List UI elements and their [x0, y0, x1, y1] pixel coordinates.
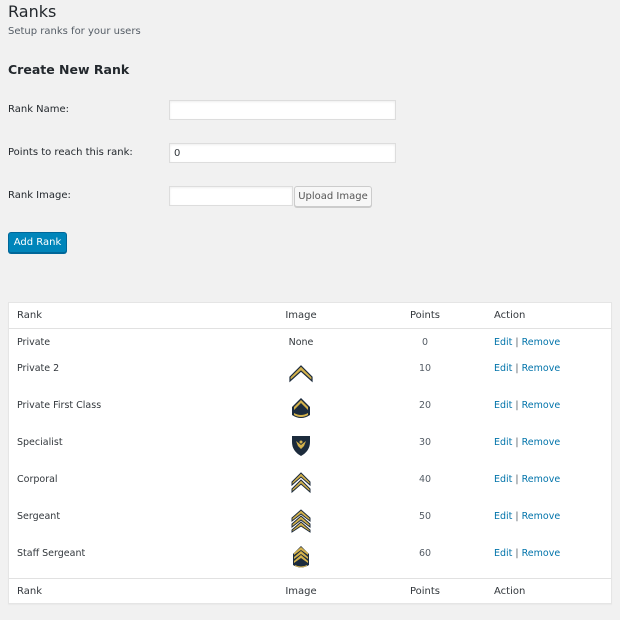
triple-chevron-rocker-icon [293, 546, 309, 568]
column-footer-image: Image [285, 586, 317, 597]
edit-link[interactable]: Edit [494, 363, 512, 374]
remove-link[interactable]: Remove [522, 400, 561, 411]
rank-name-label: Rank Name: [8, 104, 70, 115]
page-title: Ranks [8, 2, 57, 21]
row-actions: Edit | Remove [494, 363, 560, 374]
page-subtitle: Setup ranks for your users [8, 26, 141, 37]
rank-name: Sergeant [17, 511, 61, 522]
single-chevron-icon [289, 365, 313, 383]
rank-name: Private First Class [17, 400, 102, 411]
row-actions: Edit | Remove [494, 511, 560, 522]
rank-points: 20 [418, 400, 432, 411]
action-separator: | [515, 400, 519, 411]
table-header: Rank Image Points Action [9, 303, 611, 329]
column-header-action: Action [494, 310, 526, 321]
column-footer-points: Points [409, 586, 441, 597]
ranks-table: Rank Image Points Action Private None 0 … [8, 302, 612, 604]
action-separator: | [515, 437, 519, 448]
section-title: Create New Rank [8, 62, 130, 77]
table-footer: Rank Image Points Action [9, 578, 611, 604]
rank-image-input[interactable] [169, 186, 293, 206]
edit-link[interactable]: Edit [494, 437, 512, 448]
rank-name: Staff Sergeant [17, 548, 86, 559]
rank-image-label: Rank Image: [8, 190, 71, 201]
action-separator: | [515, 511, 519, 522]
triple-chevron-icon [291, 509, 311, 533]
action-separator: | [515, 363, 519, 374]
remove-link[interactable]: Remove [522, 337, 561, 348]
row-actions: Edit | Remove [494, 437, 560, 448]
points-input[interactable] [169, 143, 396, 163]
remove-link[interactable]: Remove [522, 474, 561, 485]
chevron-rocker-icon [292, 398, 310, 418]
rank-name-input[interactable] [169, 100, 396, 120]
action-separator: | [515, 337, 519, 348]
edit-link[interactable]: Edit [494, 474, 512, 485]
rank-points: 10 [418, 363, 432, 374]
rank-name: Corporal [17, 474, 58, 485]
rank-points: 30 [418, 437, 432, 448]
action-separator: | [515, 548, 519, 559]
edit-link[interactable]: Edit [494, 511, 512, 522]
rank-name: Specialist [17, 437, 63, 448]
row-actions: Edit | Remove [494, 400, 560, 411]
add-rank-button[interactable]: Add Rank [8, 232, 67, 253]
rank-points: 60 [418, 548, 432, 559]
rank-image-none: None [288, 337, 314, 348]
edit-link[interactable]: Edit [494, 400, 512, 411]
row-actions: Edit | Remove [494, 474, 560, 485]
remove-link[interactable]: Remove [522, 511, 561, 522]
rank-points: 0 [421, 337, 429, 348]
remove-link[interactable]: Remove [522, 363, 561, 374]
edit-link[interactable]: Edit [494, 548, 512, 559]
column-footer-action: Action [494, 586, 526, 597]
rank-points: 50 [418, 511, 432, 522]
edit-link[interactable]: Edit [494, 337, 512, 348]
column-header-image: Image [285, 310, 317, 321]
points-label: Points to reach this rank: [8, 147, 133, 158]
column-header-rank: Rank [17, 310, 42, 321]
action-separator: | [515, 474, 519, 485]
remove-link[interactable]: Remove [522, 437, 561, 448]
row-actions: Edit | Remove [494, 337, 560, 348]
row-actions: Edit | Remove [494, 548, 560, 559]
column-footer-rank: Rank [17, 586, 42, 597]
rank-name: Private [17, 337, 51, 348]
column-header-points: Points [409, 310, 441, 321]
eagle-shield-icon [292, 436, 310, 456]
rank-name: Private 2 [17, 363, 60, 374]
rank-points: 40 [418, 474, 432, 485]
remove-link[interactable]: Remove [522, 548, 561, 559]
upload-image-button[interactable]: Upload Image [294, 186, 372, 207]
double-chevron-icon [291, 472, 311, 494]
